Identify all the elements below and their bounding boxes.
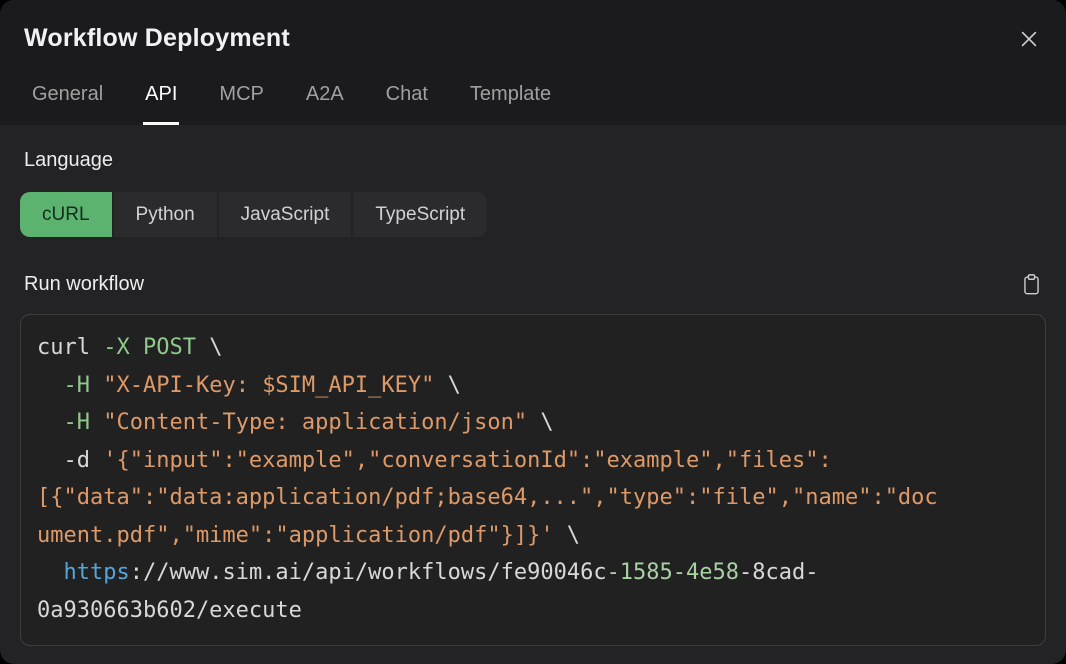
- code-line: -H "X-API-Key: $SIM_API_KEY" \: [37, 367, 1029, 405]
- language-option-python[interactable]: Python: [114, 192, 217, 237]
- code-token: [{"data":"data:application/pdf;base64,..…: [37, 485, 938, 510]
- code-line: ument.pdf","mime":"application/pdf"}]}' …: [37, 517, 1029, 555]
- code-token: [37, 373, 64, 398]
- run-workflow-label: Run workflow: [24, 273, 144, 296]
- tab-mcp[interactable]: MCP: [217, 83, 265, 125]
- workflow-deployment-modal: Workflow Deployment General API MCP A2A …: [0, 0, 1066, 664]
- code-token: [37, 410, 64, 435]
- code-token: curl: [37, 335, 103, 360]
- code-token: -H: [64, 410, 91, 435]
- code-line: https://www.sim.ai/api/workflows/fe90046…: [37, 554, 1029, 592]
- code-token: \: [527, 410, 554, 435]
- code-line: -d '{"input":"example","conversationId":…: [37, 442, 1029, 480]
- code-token: ument.pdf","mime":"application/pdf"}]}': [37, 523, 554, 548]
- language-option-typescript[interactable]: TypeScript: [353, 192, 487, 237]
- code-token: -8cad-: [739, 560, 818, 585]
- code-token: [37, 560, 64, 585]
- tab-general[interactable]: General: [30, 83, 105, 125]
- close-icon: [1018, 38, 1040, 53]
- code-token: -X POST: [103, 335, 196, 360]
- code-token: "Content-Type: application/json": [103, 410, 527, 435]
- code-token: \: [196, 335, 223, 360]
- code-token: -H: [64, 373, 91, 398]
- tab-bar: General API MCP A2A Chat Template: [30, 83, 553, 125]
- tab-template[interactable]: Template: [468, 83, 553, 125]
- language-option-javascript[interactable]: JavaScript: [219, 192, 352, 237]
- language-label: Language: [24, 149, 1046, 172]
- code-token: ://www.sim.ai/api/workflows/fe90046c: [130, 560, 607, 585]
- code-token: \: [434, 373, 461, 398]
- language-option-curl[interactable]: cURL: [20, 192, 112, 237]
- code-token: "X-API-Key: $SIM_API_KEY": [103, 373, 434, 398]
- code-token: https: [64, 560, 130, 585]
- close-button[interactable]: [1014, 24, 1044, 54]
- code-line: 0a930663b602/execute: [37, 592, 1029, 630]
- run-workflow-row: Run workflow: [20, 271, 1046, 298]
- code-token: 0a930663b602/execute: [37, 598, 302, 623]
- code-token: \: [554, 523, 581, 548]
- clipboard-icon: [1021, 284, 1042, 299]
- copy-button[interactable]: [1019, 271, 1044, 298]
- code-token: [90, 373, 103, 398]
- code-token: -1585-4e58: [607, 560, 739, 585]
- code-line: curl -X POST \: [37, 329, 1029, 367]
- modal-content: Language cURL Python JavaScript TypeScri…: [0, 149, 1066, 646]
- language-selector: cURL Python JavaScript TypeScript: [20, 192, 487, 237]
- tab-chat[interactable]: Chat: [384, 83, 430, 125]
- code-token: '{"input":"example","conversationId":"ex…: [103, 448, 831, 473]
- code-token: [90, 410, 103, 435]
- code-line: -H "Content-Type: application/json" \: [37, 404, 1029, 442]
- tab-a2a[interactable]: A2A: [304, 83, 346, 125]
- modal-header: Workflow Deployment General API MCP A2A …: [0, 0, 1066, 125]
- tab-api[interactable]: API: [143, 83, 179, 125]
- modal-title: Workflow Deployment: [24, 24, 290, 53]
- code-block: curl -X POST \ -H "X-API-Key: $SIM_API_K…: [20, 314, 1046, 646]
- code-token: -d: [37, 448, 103, 473]
- code-line: [{"data":"data:application/pdf;base64,..…: [37, 479, 1029, 517]
